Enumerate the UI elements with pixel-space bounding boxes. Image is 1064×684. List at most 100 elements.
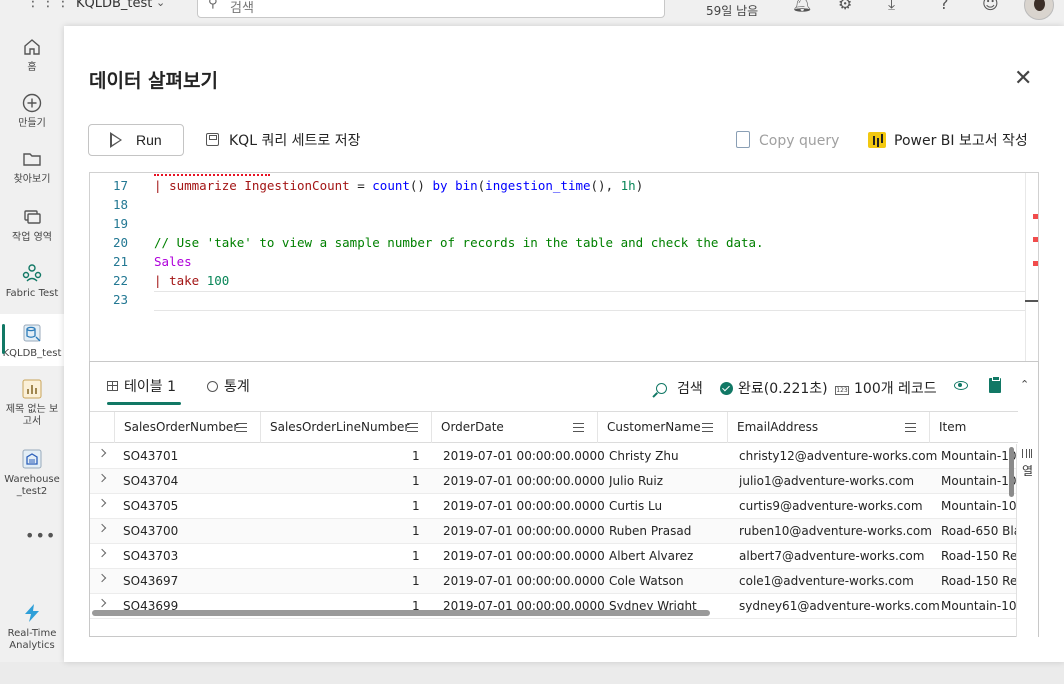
column-menu-icon[interactable] [573,423,584,432]
code-line-21[interactable]: 21 Sales [90,254,1025,273]
code-table-name: Sales [154,254,192,269]
cell-item: Road-150 Red [941,549,1017,563]
column-header-salesorderlinenumber[interactable]: SalesOrderLineNumber [260,412,431,443]
table-row[interactable]: SO43701 1 2019-07-01 00:00:00.0000 Chris… [90,444,1018,469]
line-number: 18 [112,197,128,212]
database-icon [23,324,41,342]
table-row[interactable]: SO43700 1 2019-07-01 00:00:00.0000 Ruben… [90,519,1018,544]
cell-email: ruben10@adventure-works.com [739,524,932,538]
column-header-emailaddress[interactable]: EmailAddress [727,412,929,443]
cell-order-date: 2019-07-01 00:00:00.0000 [443,449,605,463]
query-editor[interactable]: 17 | summarize IngestionCount = count() … [89,172,1039,362]
workspace-name[interactable]: KQLDB_test [76,0,152,11]
nav-label: 찾아보기 [13,174,51,185]
chevron-down-icon[interactable]: ⌄ [156,0,165,9]
table-row[interactable]: SO43697 1 2019-07-01 00:00:00.0000 Cole … [90,569,1018,594]
error-marker[interactable] [1033,237,1038,242]
close-icon[interactable]: ✕ [1014,66,1032,91]
warehouse-icon [22,449,42,469]
chevron-right-icon[interactable] [97,448,107,458]
chevron-right-icon[interactable] [97,498,107,508]
column-header-item[interactable]: Item [929,412,1018,443]
chevron-right-icon[interactable] [97,573,107,583]
grid-horizontal-scrollbar[interactable] [92,610,710,616]
line-number: 21 [112,254,128,269]
header-label: SalesOrderLineNumber [270,420,410,434]
feedback-icon[interactable]: ☺ [982,0,999,13]
table-row[interactable]: SO43703 1 2019-07-01 00:00:00.0000 Alber… [90,544,1018,569]
nav-item-untitled-report[interactable]: 제목 없는 보고서 [0,378,64,428]
table-row[interactable]: SO43704 1 2019-07-01 00:00:00.0000 Julio… [90,469,1018,494]
workspaces-icon [24,210,41,224]
nav-label: Warehouse_test2 [4,474,60,497]
tab-table-1[interactable]: 테이블 1 [107,376,181,405]
global-search-input[interactable]: ⚲ 검색 [197,0,665,18]
bell-icon[interactable]: 🔔︎ [792,0,812,13]
nav-item-create[interactable]: 만들기 [0,92,64,130]
query-status: 완료(0.221초) [720,378,828,398]
chevron-right-icon[interactable] [97,523,107,533]
tab-stats[interactable]: 통계 [207,376,250,396]
code-line-18[interactable]: 18 [90,197,1025,216]
top-bar: ⋮⋮⋮ KQLDB_test ⌄ ⚲ 검색 59일 남음 🔔︎ ⚙ ⤓ ? ☺ [0,0,1064,26]
column-menu-icon[interactable] [407,423,418,432]
columns-icon [1022,449,1032,458]
chevron-right-icon[interactable] [97,548,107,558]
code-line-22[interactable]: 22 | take 100 [90,273,1025,292]
stats-icon [207,381,218,392]
editor-scrollbar[interactable] [1025,173,1038,362]
trial-countdown[interactable]: 59일 남음 [706,2,758,19]
gear-icon[interactable]: ⚙ [838,0,852,13]
code-line-23[interactable]: 23 [90,292,1025,311]
app-launcher-icon[interactable]: ⋮⋮⋮ [26,0,71,10]
column-header-salesordernumber[interactable]: SalesOrderNumber [114,412,260,443]
tab-label: 통계 [224,379,250,395]
results-search-button[interactable]: 검색 [656,378,703,398]
chevron-right-icon[interactable] [97,598,107,608]
cell-line-number: 1 [412,524,420,538]
help-icon[interactable]: ? [940,0,949,13]
build-powerbi-report-button[interactable]: Power BI 보고서 작성 [868,130,1028,150]
search-icon [656,383,667,394]
code-line-17[interactable]: 17 | summarize IngestionCount = count() … [90,178,1025,197]
columns-panel-toggle[interactable]: 열 [1016,444,1038,637]
nav-item-warehouse-test2[interactable]: Warehouse_test2 [0,448,64,498]
eye-icon[interactable] [954,381,968,390]
code-line-20[interactable]: 20 // Use 'take' to view a sample number… [90,235,1025,254]
column-header-customername[interactable]: CustomerName [597,412,727,443]
code-line-19[interactable]: 19 [90,216,1025,235]
cell-line-number: 1 [412,574,420,588]
avatar[interactable] [1024,0,1054,20]
save-as-queryset-button[interactable]: KQL 쿼리 세트로 저장 [206,130,361,150]
clipboard-icon[interactable] [989,376,1001,393]
column-header-orderdate[interactable]: OrderDate [431,412,597,443]
cell-email: sydney61@adventure-works.com [739,599,940,613]
chevron-right-icon[interactable] [97,473,107,483]
column-menu-icon[interactable] [702,423,713,432]
cell-item: Mountain-100 [941,499,1017,513]
cell-customer-name: Christy Zhu [609,449,679,463]
chevron-up-icon[interactable]: ⌃ [1020,378,1029,391]
download-icon[interactable]: ⤓ [888,0,895,14]
error-marker[interactable] [1033,214,1038,219]
header-label: Item [939,420,967,434]
column-menu-icon[interactable] [236,423,247,432]
grid-vertical-scrollbar[interactable] [1009,447,1014,497]
nav-item-home[interactable]: 홈 [0,36,64,74]
cell-line-number: 1 [412,474,420,488]
more-icon[interactable]: ••• [25,526,56,545]
nav-item-workspaces[interactable]: 작업 영역 [0,206,64,244]
nav-item-kqldb-test[interactable]: KQLDB_test [0,314,64,366]
folder-icon [23,153,41,166]
nav-item-realtime-analytics[interactable]: Real-Time Analytics [0,602,64,652]
run-button[interactable]: Run [88,124,184,156]
copy-query-button[interactable]: Copy query [736,131,839,149]
column-menu-icon[interactable] [905,423,916,432]
nav-item-browse[interactable]: 찾아보기 [0,148,64,186]
nav-item-fabric-test[interactable]: Fabric Test [0,262,64,300]
search-placeholder: 검색 [230,1,254,16]
error-marker[interactable] [1033,261,1038,266]
columns-label: 열 [1022,464,1034,478]
table-row[interactable]: SO43705 1 2019-07-01 00:00:00.0000 Curti… [90,494,1018,519]
cell-order-date: 2019-07-01 00:00:00.0000 [443,524,605,538]
